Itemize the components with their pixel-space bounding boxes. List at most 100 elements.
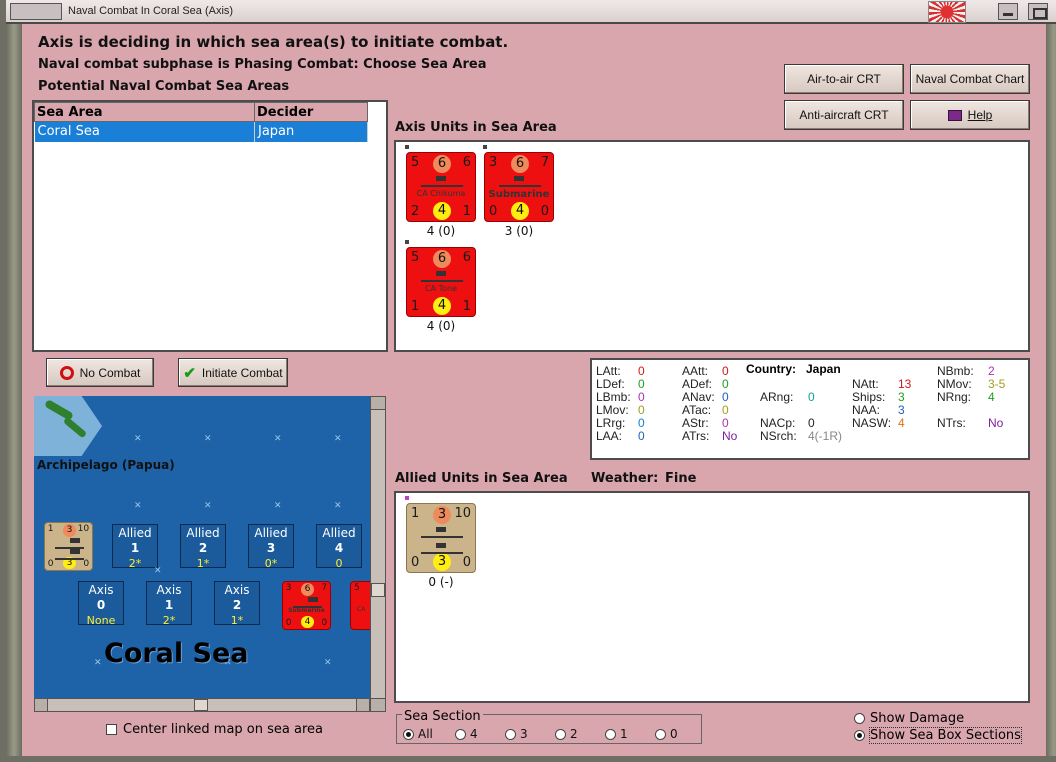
sea-area-table-panel: Sea Area Decider Coral Sea Japan [32,100,388,352]
scroll-thumb-v[interactable] [371,583,385,597]
allied-units-panel: 1 10 0 0 3 3 0 (-) [394,491,1030,703]
radio-dot[interactable] [605,728,616,740]
allied-unit-counter[interactable]: 1 10 0 0 3 3 [406,503,476,573]
radio-dot[interactable] [655,728,666,740]
radio-dot[interactable] [455,728,466,740]
box-number: 3 [266,541,276,555]
unit-marker-icon [482,144,488,150]
allied-sea-box-2[interactable]: Allied 2 1* [180,524,226,570]
aa-value: 1 [462,299,471,314]
minimize-button[interactable] [998,3,1018,20]
axis-units-label: Axis Units in Sea Area [395,120,557,135]
sea-marker-icon: ✕ [334,434,342,444]
bottom-circle-value: 4 [433,297,451,315]
attack-value: 5 [354,583,360,593]
box-title: Axis [224,583,250,597]
naval-combat-chart-button[interactable]: Naval Combat Chart [910,64,1030,94]
stat-value: 4 [988,390,995,404]
show-sea-box-dot[interactable] [854,730,865,741]
title-bar[interactable]: Naval Combat In Coral Sea (Axis) [6,0,1056,24]
radio-dot[interactable] [505,728,516,740]
scroll-right-button[interactable] [356,699,369,711]
stat-value: 13 [898,377,912,391]
attack-value: 5 [411,155,420,170]
defense-value: 0 [285,617,292,628]
box-number: 1 [164,598,174,612]
axis-unit-counter[interactable]: 5 6 1 1 6 4 CA Tone [406,247,476,317]
decider-cell[interactable]: Japan [254,121,368,142]
sea-section-group: Sea Section All 4 3 2 1 0 [396,709,702,744]
scroll-thumb[interactable] [194,699,208,711]
show-damage-dot[interactable] [854,713,865,724]
center-map-check[interactable] [106,724,117,735]
maximize-button[interactable] [1028,3,1048,20]
box-title: Axis [88,583,114,597]
stat-value: 3-5 [988,377,1006,391]
axis-unit-counter[interactable]: 3 7 0 0 6 4 Submarine [282,581,331,630]
sea-area-cell[interactable]: Coral Sea [34,121,255,142]
box-subtext: None [86,614,116,627]
axis-unit-counter[interactable]: 3 7 0 0 6 4 Submarine [484,152,554,222]
allied-unit-counter[interactable]: 1 10 0 0 3 3 [44,522,93,571]
center-map-checkbox[interactable]: Center linked map on sea area [106,722,323,737]
potential-areas-label: Potential Naval Combat Sea Areas [38,79,290,94]
allied-sea-box-4[interactable]: Allied 4 0 [316,524,362,570]
stat-value: 4 [898,416,905,430]
attack-value: 5 [411,250,420,265]
linked-map[interactable]: Archipelago (Papua) Allied 1 2* Allied 2 1* Al… [34,396,370,698]
stat-value: 3 [898,390,905,404]
show-sea-box-radio[interactable]: Show Sea Box Sections [854,727,1022,744]
sea-section-option-0[interactable]: 0 [655,727,678,741]
stat-value: 0 [638,364,645,378]
sea-section-option-3[interactable]: 3 [505,727,528,741]
bottom-circle-value: 4 [433,202,451,220]
no-combat-button[interactable]: No Combat [46,358,154,387]
allied-sea-box-1[interactable]: Allied 1 2* [112,524,158,570]
radio-dot[interactable] [403,728,414,740]
scroll-down-button[interactable] [371,698,385,711]
checkmark-icon: ✔ [183,364,196,382]
ship-silhouette-icon [54,548,85,560]
aa-value: 0 [540,204,549,219]
japan-flag-icon [928,1,966,23]
axis-sea-box-0[interactable]: Axis 0 None [78,581,124,627]
island-icon [34,396,102,456]
col-decider[interactable]: Decider [254,102,368,122]
sea-marker-icon: ✕ [204,434,212,444]
box-subtext: 1* [230,614,244,627]
sea-section-option-2[interactable]: 2 [555,727,578,741]
axis-unit-counter[interactable]: 5 CA [350,581,370,630]
table-row[interactable]: Coral Sea Japan [34,121,368,142]
axis-sea-box-2[interactable]: Axis 2 1* [214,581,260,627]
sea-section-option-4[interactable]: 4 [455,727,478,741]
col-sea-area[interactable]: Sea Area [34,102,255,122]
initiate-combat-button[interactable]: ✔ Initiate Combat [178,358,288,387]
sea-section-option-1[interactable]: 1 [605,727,628,741]
allied-sea-box-3[interactable]: Allied 3 0* [248,524,294,570]
country-value: Japan [806,362,841,376]
air-to-air-crt-button[interactable]: Air-to-air CRT [784,64,904,94]
naval-combat-window: Naval Combat In Coral Sea (Axis) Axis is… [0,0,1056,762]
radio-dot[interactable] [555,728,566,740]
scroll-up-button[interactable] [371,397,385,410]
attack-value: 1 [411,506,420,521]
stat-value: 2 [988,364,995,378]
unit-caption: 4 (0) [426,224,456,238]
box-subtext: 0 [335,557,343,570]
sea-marker-icon: ✕ [94,658,102,668]
axis-sea-box-1[interactable]: Axis 1 2* [146,581,192,627]
anti-aircraft-crt-button[interactable]: Anti-aircraft CRT [784,100,904,130]
ship-silhouette-icon [499,176,541,187]
box-title: Axis [156,583,182,597]
help-button[interactable]: Help [910,100,1030,130]
stat-value: 0 [722,390,729,404]
map-vertical-scrollbar[interactable] [370,396,386,712]
system-menu-button[interactable] [10,3,62,20]
axis-unit-counter[interactable]: 5 6 2 1 6 4 CA Chikuma [406,152,476,222]
sea-section-option-all[interactable]: All [403,727,433,741]
range-value: 7 [540,155,549,170]
unit-marker-icon [404,144,410,150]
scroll-left-button[interactable] [35,699,48,711]
show-damage-radio[interactable]: Show Damage [854,711,964,726]
map-horizontal-scrollbar[interactable] [34,698,370,712]
